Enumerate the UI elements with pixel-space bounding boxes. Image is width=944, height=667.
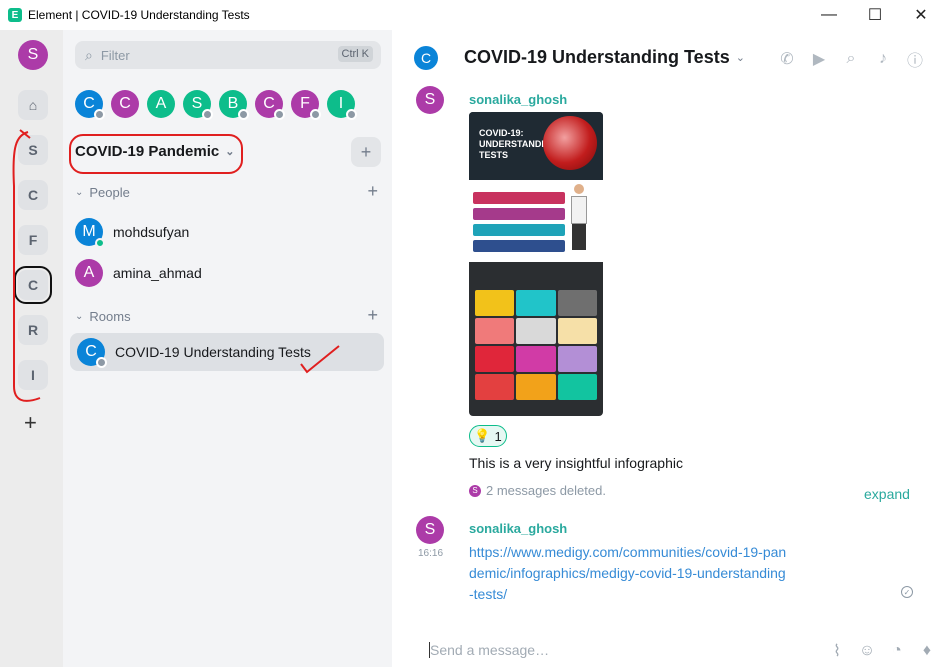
- keyboard-shortcut-badge: Ctrl K: [337, 46, 373, 62]
- infographic-title: COVID-19: UNDERSTANDING TESTS: [479, 128, 558, 160]
- message-timestamp: 16:16: [418, 548, 444, 559]
- read-receipt-icon: ✓: [901, 586, 913, 598]
- emoji-icon[interactable]: ☺: [856, 640, 878, 662]
- search-icon[interactable]: ⌕: [840, 48, 862, 70]
- microphone-icon[interactable]: ♦: [916, 640, 938, 662]
- recent-rooms-row: C C A S B C F I: [75, 90, 363, 120]
- person-illustration: [565, 184, 593, 252]
- recent-room-avatar[interactable]: S: [183, 90, 213, 120]
- rooms-section-header[interactable]: ⌄ Rooms: [75, 309, 131, 324]
- infographic-image[interactable]: COVID-19: UNDERSTANDING TESTS: [469, 112, 603, 416]
- room-name: COVID-19 Understanding Tests: [115, 344, 311, 360]
- dm-name: mohdsufyan: [113, 224, 190, 240]
- add-people-button[interactable]: +: [367, 181, 378, 202]
- sender-name[interactable]: sonalika_ghosh: [469, 521, 567, 536]
- recent-room-avatar[interactable]: C: [255, 90, 285, 120]
- reaction-count: 1: [494, 428, 502, 444]
- home-space-button[interactable]: ⌂: [18, 90, 48, 120]
- sender-avatar[interactable]: S: [416, 516, 444, 544]
- message-body: This is a very insightful infographic: [469, 455, 683, 471]
- recent-room-avatar[interactable]: A: [147, 90, 175, 118]
- recent-room-avatar[interactable]: F: [291, 90, 321, 120]
- dm-item[interactable]: M mohdsufyan: [75, 218, 190, 248]
- video-icon[interactable]: ▶: [808, 48, 830, 70]
- info-icon[interactable]: ⓘ: [904, 48, 926, 70]
- expand-link[interactable]: expand: [864, 486, 910, 502]
- room-header-title[interactable]: COVID-19 Understanding Tests ⌄: [464, 47, 745, 68]
- deleted-messages-summary: S 2 messages deleted.: [469, 483, 606, 498]
- red-bracket-annotation: [12, 129, 41, 402]
- maximize-button[interactable]: ☐: [852, 0, 898, 30]
- lightbulb-icon: 💡: [474, 428, 491, 443]
- avatar: M: [75, 218, 105, 248]
- reaction-pill[interactable]: 💡 1: [469, 425, 507, 447]
- window-title: Element | COVID-19 Understanding Tests: [28, 8, 250, 22]
- chevron-down-icon: ⌄: [735, 52, 745, 64]
- filter-placeholder: Filter: [100, 47, 130, 63]
- close-button[interactable]: ✕: [898, 0, 944, 30]
- minimize-button[interactable]: —: [806, 0, 852, 30]
- room-avatar: C: [77, 338, 107, 368]
- recent-room-avatar[interactable]: I: [327, 90, 357, 120]
- filter-input[interactable]: ⌕ Filter Ctrl K: [75, 41, 381, 69]
- people-section-header[interactable]: ⌄ People: [75, 185, 130, 200]
- element-logo-icon: E: [8, 8, 22, 22]
- room-list-panel: ⌕ Filter Ctrl K C C A S B C F I COVID-19…: [63, 30, 392, 667]
- room-view: C COVID-19 Understanding Tests ⌄ ✆ ▶ ⌕ ♪…: [392, 30, 944, 667]
- add-room-button[interactable]: +: [367, 305, 378, 326]
- room-title: COVID-19 Understanding Tests: [464, 47, 730, 67]
- sender-avatar[interactable]: S: [416, 86, 444, 114]
- bell-icon[interactable]: ♪: [872, 48, 894, 70]
- space-add-button[interactable]: +: [351, 137, 381, 167]
- phone-icon[interactable]: ✆: [776, 48, 798, 70]
- red-check-annotation: [300, 345, 340, 374]
- sticker-icon[interactable]: ◔: [886, 640, 908, 662]
- create-space-button[interactable]: +: [24, 410, 37, 436]
- space-panel: S ⌂ S C F C R I +: [0, 30, 63, 667]
- online-indicator: [95, 238, 105, 248]
- people-label: People: [89, 185, 130, 200]
- dm-item[interactable]: A amina_ahmad: [75, 259, 202, 287]
- recent-room-avatar[interactable]: C: [111, 90, 139, 118]
- user-menu-avatar[interactable]: S: [18, 40, 48, 70]
- rooms-label: Rooms: [89, 309, 131, 324]
- collapse-icon: ⌄: [75, 187, 84, 198]
- collapse-icon: ⌄: [75, 311, 84, 322]
- window-titlebar: E Element | COVID-19 Understanding Tests…: [0, 0, 944, 30]
- avatar: A: [75, 259, 103, 287]
- attachment-icon[interactable]: ⌇: [826, 640, 848, 662]
- search-icon: ⌕: [85, 46, 93, 63]
- sender-name[interactable]: sonalika_ghosh: [469, 92, 567, 107]
- dm-name: amina_ahmad: [113, 265, 202, 281]
- red-circle-annotation: [69, 134, 243, 174]
- room-header-avatar[interactable]: C: [414, 46, 438, 70]
- message-link[interactable]: https://www.medigy.com/communities/covid…: [469, 542, 789, 605]
- recent-room-avatar[interactable]: B: [219, 90, 249, 120]
- recent-room-avatar[interactable]: C: [75, 90, 105, 120]
- deleted-text: 2 messages deleted.: [486, 483, 606, 498]
- home-icon: ⌂: [28, 97, 38, 113]
- virus-illustration: [543, 116, 597, 170]
- avatar: S: [469, 484, 481, 497]
- message-composer-input[interactable]: Send a message…: [430, 642, 549, 658]
